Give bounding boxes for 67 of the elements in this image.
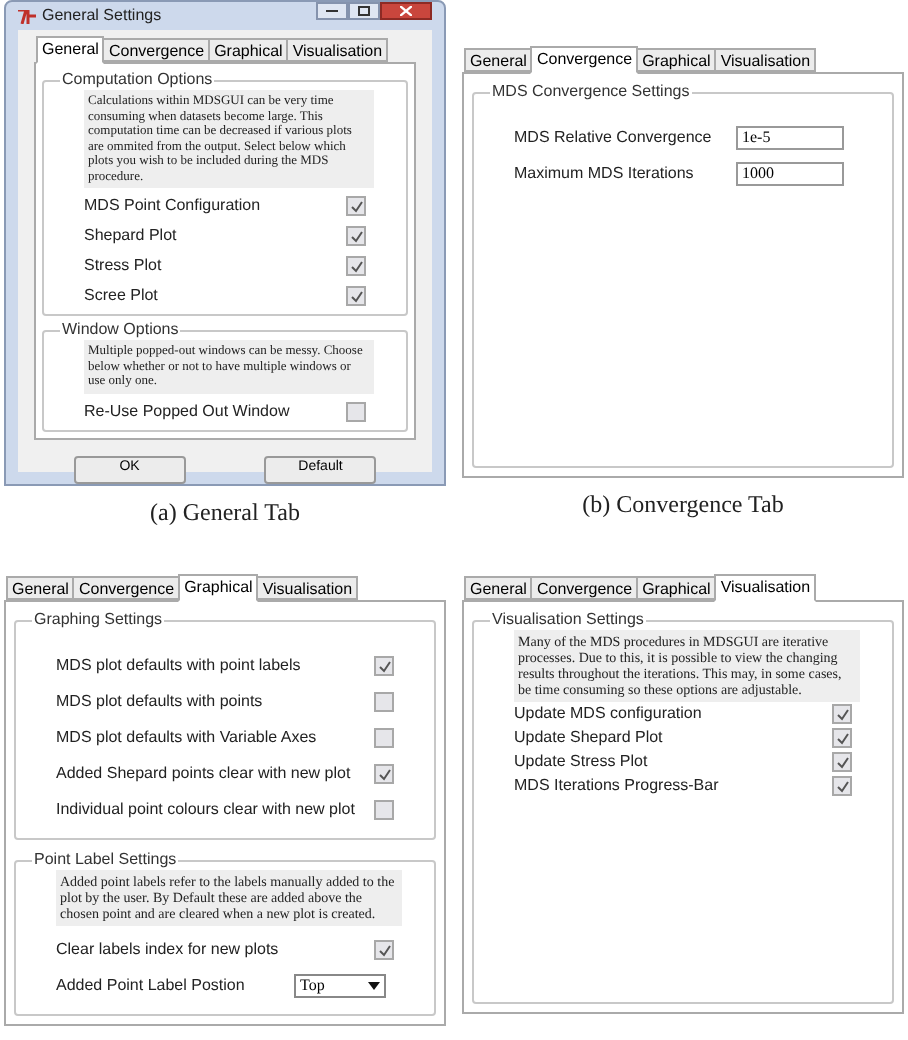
checkbox[interactable] (346, 286, 366, 306)
option-label: MDS Relative Convergence (514, 126, 712, 150)
group-title: Visualisation Settings (490, 610, 646, 630)
tab[interactable]: Graphical (208, 38, 289, 62)
figure-caption: (b) Convergence Tab (580, 488, 786, 522)
tab[interactable]: General (36, 36, 105, 64)
option-label: Added Shepard points clear with new plot (56, 762, 351, 786)
close-icon (400, 6, 412, 16)
tab[interactable]: General (6, 576, 75, 600)
tab[interactable]: Convergence (72, 576, 181, 600)
group-title: MDS Convergence Settings (490, 82, 692, 102)
caret-icon (368, 982, 380, 990)
tab[interactable]: Graphical (178, 574, 259, 602)
option-label: Update Stress Plot (514, 750, 648, 774)
tab[interactable]: Convergence (530, 46, 639, 74)
option-label: MDS plot defaults with point labels (56, 654, 301, 678)
option-label: Added Point Label Postion (56, 974, 245, 998)
tab[interactable]: General (464, 576, 533, 600)
option-label: Maximum MDS Iterations (514, 162, 694, 186)
figure-caption: (a) General Tab (148, 496, 302, 530)
option-label: Update MDS configuration (514, 702, 702, 726)
checkbox[interactable] (832, 704, 852, 724)
tab[interactable]: Visualisation (714, 48, 817, 72)
checkbox[interactable] (374, 656, 394, 676)
tab[interactable]: General (464, 48, 533, 72)
option-label: Stress Plot (84, 254, 162, 278)
option-label: Shepard Plot (84, 224, 177, 248)
tab[interactable]: Convergence (102, 38, 211, 62)
checkbox[interactable] (346, 226, 366, 246)
maximize-button[interactable] (348, 2, 380, 20)
checkbox[interactable] (374, 800, 394, 820)
option-label: Update Shepard Plot (514, 726, 663, 750)
checkbox[interactable] (346, 256, 366, 276)
group-title: Computation Options (60, 70, 215, 90)
checkbox[interactable] (346, 196, 366, 216)
option-label: MDS plot defaults with Variable Axes (56, 726, 317, 750)
tab[interactable]: Visualisation (286, 38, 389, 62)
checkbox[interactable] (374, 940, 394, 960)
checkbox[interactable] (832, 776, 852, 796)
option-label: Re-Use Popped Out Window (84, 399, 290, 423)
minimize-button[interactable] (316, 2, 348, 20)
tab[interactable]: Visualisation (256, 576, 359, 600)
text-field[interactable]: 1e-5 (736, 126, 844, 150)
checkbox[interactable] (832, 728, 852, 748)
option-label: Scree Plot (84, 284, 158, 308)
checkbox[interactable] (374, 764, 394, 784)
option-label: MDS Iterations Progress-Bar (514, 774, 719, 798)
close-button[interactable] (380, 2, 432, 20)
group-title: Graphing Settings (32, 610, 165, 630)
tab[interactable]: Graphical (636, 48, 717, 72)
checkbox[interactable] (374, 692, 394, 712)
option-label: Individual point colours clear with new plot (56, 798, 355, 822)
group-title: Point Label Settings (32, 850, 179, 870)
checkbox[interactable] (374, 728, 394, 748)
text-field[interactable]: 1000 (736, 162, 844, 186)
checkbox[interactable] (832, 752, 852, 772)
option-label: Clear labels index for new plots (56, 938, 279, 962)
checkbox[interactable] (346, 401, 366, 421)
app-icon (18, 9, 36, 23)
window-title: General Settings (42, 4, 162, 28)
tab[interactable]: Convergence (530, 576, 639, 600)
tab[interactable]: Graphical (636, 576, 717, 600)
tab[interactable]: Visualisation (714, 574, 817, 602)
option-label: MDS Point Configuration (84, 194, 261, 218)
dropdown[interactable]: Top (294, 974, 386, 998)
option-label: MDS plot defaults with points (56, 690, 263, 714)
group-title: Window Options (60, 320, 181, 340)
